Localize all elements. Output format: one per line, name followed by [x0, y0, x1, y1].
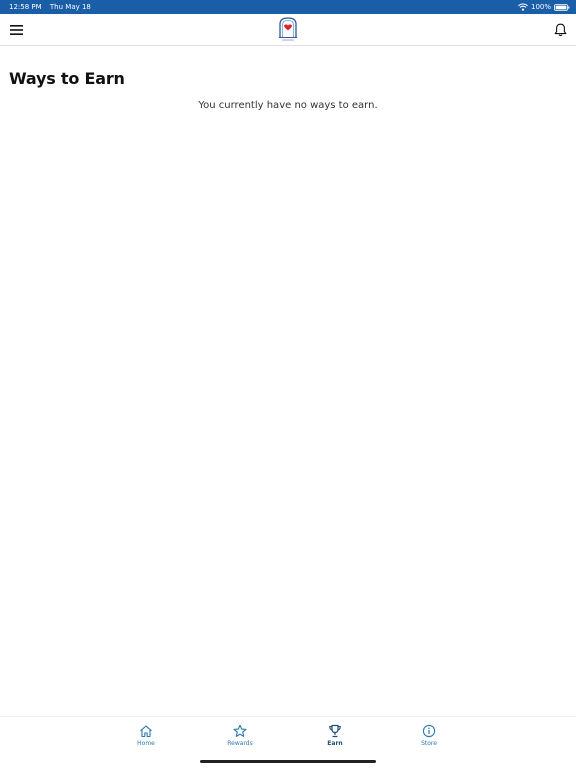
app-screen: 12:58 PM Thu May 18 100% Ways to Earn Yo… [0, 0, 576, 768]
status-right: 100% [518, 0, 570, 14]
home-icon [140, 725, 152, 738]
tab-earn[interactable]: Earn [305, 724, 365, 752]
battery-percent: 100% [530, 3, 551, 11]
tab-rewards-label: Rewards [227, 740, 253, 747]
trophy-icon [329, 724, 341, 738]
tab-store-label: Store [421, 740, 437, 747]
hamburger-menu-icon [9, 25, 23, 35]
tab-home-label: Home [137, 740, 155, 747]
info-icon [422, 724, 436, 738]
nav-bar [0, 14, 576, 46]
heart-logo-icon [279, 17, 297, 41]
tab-rewards[interactable]: Rewards [210, 724, 270, 752]
notifications-button[interactable] [550, 20, 570, 40]
status-date: Thu May 18 [49, 3, 91, 11]
battery-icon [554, 3, 570, 11]
tab-store[interactable]: Store [399, 724, 459, 752]
status-left: 12:58 PM Thu May 18 [9, 0, 91, 14]
wifi-icon [518, 3, 528, 11]
bell-icon [554, 23, 566, 37]
empty-state-message: You currently have no ways to earn. [198, 100, 378, 111]
home-indicator[interactable] [200, 760, 376, 763]
status-time: 12:58 PM [9, 3, 42, 11]
status-bar: 12:58 PM Thu May 18 100% [0, 0, 576, 14]
menu-button[interactable] [6, 20, 26, 40]
tab-home[interactable]: Home [116, 724, 176, 752]
tab-earn-label: Earn [327, 740, 343, 747]
page-title: Ways to Earn [9, 69, 125, 88]
star-icon [233, 724, 247, 737]
